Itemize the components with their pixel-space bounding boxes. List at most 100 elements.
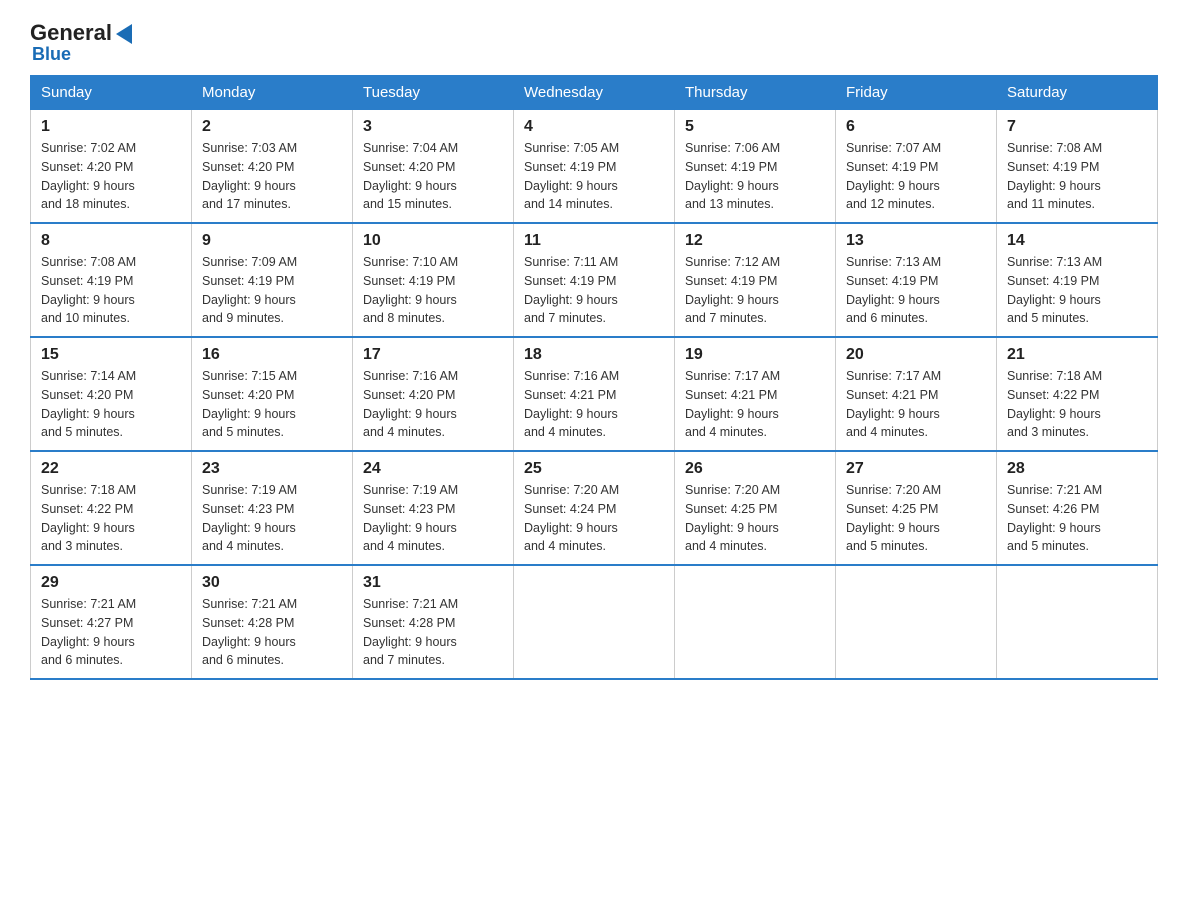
- day-number: 18: [524, 346, 664, 364]
- day-number: 5: [685, 118, 825, 136]
- day-info: Sunrise: 7:17 AMSunset: 4:21 PMDaylight:…: [846, 369, 941, 439]
- page-header: General Blue: [30, 20, 1158, 65]
- day-number: 6: [846, 118, 986, 136]
- calendar-table: SundayMondayTuesdayWednesdayThursdayFrid…: [30, 75, 1158, 680]
- calendar-week-row: 8 Sunrise: 7:08 AMSunset: 4:19 PMDayligh…: [31, 223, 1158, 337]
- calendar-cell: 23 Sunrise: 7:19 AMSunset: 4:23 PMDaylig…: [192, 451, 353, 565]
- day-info: Sunrise: 7:16 AMSunset: 4:20 PMDaylight:…: [363, 369, 458, 439]
- column-header-tuesday: Tuesday: [353, 76, 514, 110]
- day-number: 16: [202, 346, 342, 364]
- calendar-cell: 10 Sunrise: 7:10 AMSunset: 4:19 PMDaylig…: [353, 223, 514, 337]
- day-number: 2: [202, 118, 342, 136]
- calendar-cell: 12 Sunrise: 7:12 AMSunset: 4:19 PMDaylig…: [675, 223, 836, 337]
- day-info: Sunrise: 7:11 AMSunset: 4:19 PMDaylight:…: [524, 255, 618, 325]
- day-number: 21: [1007, 346, 1147, 364]
- day-number: 11: [524, 232, 664, 250]
- calendar-header-row: SundayMondayTuesdayWednesdayThursdayFrid…: [31, 76, 1158, 110]
- calendar-cell: 9 Sunrise: 7:09 AMSunset: 4:19 PMDayligh…: [192, 223, 353, 337]
- calendar-cell: [514, 565, 675, 679]
- calendar-cell: 26 Sunrise: 7:20 AMSunset: 4:25 PMDaylig…: [675, 451, 836, 565]
- day-info: Sunrise: 7:19 AMSunset: 4:23 PMDaylight:…: [363, 483, 458, 553]
- column-header-sunday: Sunday: [31, 76, 192, 110]
- calendar-cell: [675, 565, 836, 679]
- day-number: 10: [363, 232, 503, 250]
- logo-general-text: General: [30, 20, 112, 46]
- day-number: 25: [524, 460, 664, 478]
- day-number: 1: [41, 118, 181, 136]
- calendar-cell: 11 Sunrise: 7:11 AMSunset: 4:19 PMDaylig…: [514, 223, 675, 337]
- column-header-thursday: Thursday: [675, 76, 836, 110]
- calendar-cell: 18 Sunrise: 7:16 AMSunset: 4:21 PMDaylig…: [514, 337, 675, 451]
- day-info: Sunrise: 7:03 AMSunset: 4:20 PMDaylight:…: [202, 141, 297, 211]
- calendar-cell: 25 Sunrise: 7:20 AMSunset: 4:24 PMDaylig…: [514, 451, 675, 565]
- calendar-cell: 5 Sunrise: 7:06 AMSunset: 4:19 PMDayligh…: [675, 110, 836, 224]
- calendar-cell: 30 Sunrise: 7:21 AMSunset: 4:28 PMDaylig…: [192, 565, 353, 679]
- calendar-cell: [836, 565, 997, 679]
- calendar-cell: 16 Sunrise: 7:15 AMSunset: 4:20 PMDaylig…: [192, 337, 353, 451]
- day-info: Sunrise: 7:07 AMSunset: 4:19 PMDaylight:…: [846, 141, 941, 211]
- day-number: 19: [685, 346, 825, 364]
- day-number: 26: [685, 460, 825, 478]
- calendar-cell: 15 Sunrise: 7:14 AMSunset: 4:20 PMDaylig…: [31, 337, 192, 451]
- calendar-cell: 20 Sunrise: 7:17 AMSunset: 4:21 PMDaylig…: [836, 337, 997, 451]
- calendar-week-row: 1 Sunrise: 7:02 AMSunset: 4:20 PMDayligh…: [31, 110, 1158, 224]
- column-header-saturday: Saturday: [997, 76, 1158, 110]
- day-number: 7: [1007, 118, 1147, 136]
- day-info: Sunrise: 7:12 AMSunset: 4:19 PMDaylight:…: [685, 255, 780, 325]
- day-info: Sunrise: 7:15 AMSunset: 4:20 PMDaylight:…: [202, 369, 297, 439]
- day-number: 8: [41, 232, 181, 250]
- calendar-cell: 8 Sunrise: 7:08 AMSunset: 4:19 PMDayligh…: [31, 223, 192, 337]
- day-number: 14: [1007, 232, 1147, 250]
- column-header-wednesday: Wednesday: [514, 76, 675, 110]
- day-number: 29: [41, 574, 181, 592]
- day-info: Sunrise: 7:02 AMSunset: 4:20 PMDaylight:…: [41, 141, 136, 211]
- day-number: 4: [524, 118, 664, 136]
- day-info: Sunrise: 7:20 AMSunset: 4:25 PMDaylight:…: [846, 483, 941, 553]
- column-header-friday: Friday: [836, 76, 997, 110]
- day-number: 28: [1007, 460, 1147, 478]
- day-number: 31: [363, 574, 503, 592]
- calendar-cell: 29 Sunrise: 7:21 AMSunset: 4:27 PMDaylig…: [31, 565, 192, 679]
- day-number: 15: [41, 346, 181, 364]
- calendar-week-row: 22 Sunrise: 7:18 AMSunset: 4:22 PMDaylig…: [31, 451, 1158, 565]
- calendar-cell: 13 Sunrise: 7:13 AMSunset: 4:19 PMDaylig…: [836, 223, 997, 337]
- day-info: Sunrise: 7:13 AMSunset: 4:19 PMDaylight:…: [846, 255, 941, 325]
- day-info: Sunrise: 7:05 AMSunset: 4:19 PMDaylight:…: [524, 141, 619, 211]
- day-info: Sunrise: 7:21 AMSunset: 4:28 PMDaylight:…: [363, 597, 458, 667]
- day-info: Sunrise: 7:08 AMSunset: 4:19 PMDaylight:…: [1007, 141, 1102, 211]
- day-number: 24: [363, 460, 503, 478]
- calendar-cell: 3 Sunrise: 7:04 AMSunset: 4:20 PMDayligh…: [353, 110, 514, 224]
- day-info: Sunrise: 7:18 AMSunset: 4:22 PMDaylight:…: [1007, 369, 1102, 439]
- calendar-cell: 31 Sunrise: 7:21 AMSunset: 4:28 PMDaylig…: [353, 565, 514, 679]
- day-info: Sunrise: 7:08 AMSunset: 4:19 PMDaylight:…: [41, 255, 136, 325]
- day-number: 17: [363, 346, 503, 364]
- day-number: 3: [363, 118, 503, 136]
- calendar-cell: 2 Sunrise: 7:03 AMSunset: 4:20 PMDayligh…: [192, 110, 353, 224]
- calendar-week-row: 15 Sunrise: 7:14 AMSunset: 4:20 PMDaylig…: [31, 337, 1158, 451]
- day-info: Sunrise: 7:18 AMSunset: 4:22 PMDaylight:…: [41, 483, 136, 553]
- calendar-cell: 1 Sunrise: 7:02 AMSunset: 4:20 PMDayligh…: [31, 110, 192, 224]
- day-info: Sunrise: 7:17 AMSunset: 4:21 PMDaylight:…: [685, 369, 780, 439]
- calendar-cell: 6 Sunrise: 7:07 AMSunset: 4:19 PMDayligh…: [836, 110, 997, 224]
- day-info: Sunrise: 7:06 AMSunset: 4:19 PMDaylight:…: [685, 141, 780, 211]
- day-info: Sunrise: 7:20 AMSunset: 4:24 PMDaylight:…: [524, 483, 619, 553]
- day-info: Sunrise: 7:20 AMSunset: 4:25 PMDaylight:…: [685, 483, 780, 553]
- day-info: Sunrise: 7:21 AMSunset: 4:26 PMDaylight:…: [1007, 483, 1102, 553]
- day-number: 9: [202, 232, 342, 250]
- calendar-week-row: 29 Sunrise: 7:21 AMSunset: 4:27 PMDaylig…: [31, 565, 1158, 679]
- column-header-monday: Monday: [192, 76, 353, 110]
- calendar-cell: 22 Sunrise: 7:18 AMSunset: 4:22 PMDaylig…: [31, 451, 192, 565]
- day-info: Sunrise: 7:21 AMSunset: 4:28 PMDaylight:…: [202, 597, 297, 667]
- day-info: Sunrise: 7:14 AMSunset: 4:20 PMDaylight:…: [41, 369, 136, 439]
- calendar-cell: 7 Sunrise: 7:08 AMSunset: 4:19 PMDayligh…: [997, 110, 1158, 224]
- calendar-cell: 19 Sunrise: 7:17 AMSunset: 4:21 PMDaylig…: [675, 337, 836, 451]
- day-number: 22: [41, 460, 181, 478]
- day-number: 30: [202, 574, 342, 592]
- day-info: Sunrise: 7:21 AMSunset: 4:27 PMDaylight:…: [41, 597, 136, 667]
- calendar-cell: 4 Sunrise: 7:05 AMSunset: 4:19 PMDayligh…: [514, 110, 675, 224]
- day-info: Sunrise: 7:16 AMSunset: 4:21 PMDaylight:…: [524, 369, 619, 439]
- calendar-cell: 14 Sunrise: 7:13 AMSunset: 4:19 PMDaylig…: [997, 223, 1158, 337]
- day-info: Sunrise: 7:13 AMSunset: 4:19 PMDaylight:…: [1007, 255, 1102, 325]
- calendar-cell: [997, 565, 1158, 679]
- day-info: Sunrise: 7:10 AMSunset: 4:19 PMDaylight:…: [363, 255, 458, 325]
